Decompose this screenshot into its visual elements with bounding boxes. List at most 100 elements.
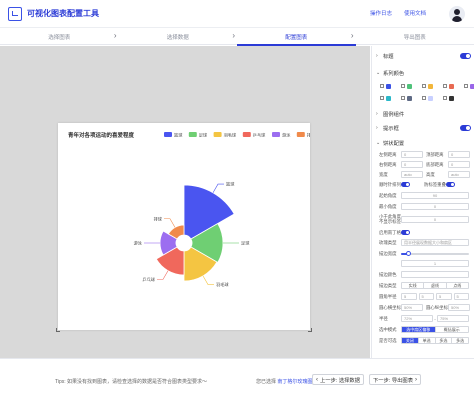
stroke-type-segment: 实线 虚线 点线 (401, 282, 469, 289)
title-toggle[interactable] (460, 53, 471, 59)
swatch-color (386, 95, 391, 101)
selected-type-multi[interactable]: 多选 (436, 338, 453, 343)
selected-mode-summary[interactable]: 概括展示 (436, 327, 469, 332)
swatch-item[interactable] (443, 83, 454, 89)
chart-workspace: 青年对各项运动的喜爱程度 篮球足球羽毛球乒乓球游泳排球 篮球足球羽毛球乒乓球游泳… (0, 46, 370, 358)
rose-type-toggle[interactable] (401, 230, 410, 235)
margin-row-1: 左侧距离 0 顶部距离 0 (379, 150, 471, 159)
checkbox[interactable] (422, 84, 426, 88)
width-input[interactable]: auto (401, 171, 423, 178)
radius-input[interactable]: 5 (418, 293, 434, 300)
stroke-width-slider[interactable] (401, 250, 469, 256)
stroke-type-dashed[interactable]: 虚线 (424, 283, 447, 288)
checkbox[interactable] (443, 96, 447, 100)
legend-label: 游泳 (282, 132, 291, 139)
checkbox[interactable] (380, 96, 384, 100)
min-angle-row: 最小角度 0 (379, 202, 471, 211)
selected-type-multi-2[interactable]: 多选 (452, 338, 468, 343)
left-margin-input[interactable]: 0 (401, 151, 423, 158)
slice-label: 篮球 (226, 181, 235, 187)
resize-handle-br[interactable] (308, 328, 312, 332)
chart-card[interactable]: 青年对各项运动的喜爱程度 篮球足球羽毛球乒乓球游泳排球 篮球足球羽毛球乒乓球游泳… (56, 123, 316, 332)
chevron-down-icon: ⌄ (376, 140, 381, 146)
swatch-item[interactable] (422, 95, 433, 101)
arrow-right-icon: › (415, 376, 418, 383)
swatch-item[interactable] (380, 95, 391, 101)
swatch-item[interactable] (401, 83, 412, 89)
bottom-margin-input[interactable]: 0 (448, 161, 470, 168)
swatch-row (380, 93, 472, 103)
swatch-item[interactable] (443, 95, 454, 101)
radius-outer-input[interactable]: 75% (437, 315, 469, 322)
tooltip-toggle[interactable] (460, 125, 471, 131)
swatch-item[interactable] (380, 83, 391, 89)
selected-mode-offset[interactable]: 选中扇区偏移 (402, 327, 436, 332)
selected-chart-link[interactable]: 南丁格尔玫瑰图 (277, 379, 312, 385)
selected-type-off[interactable]: 关闭 (402, 338, 419, 343)
operation-log-link[interactable]: 操作日志 (370, 9, 392, 17)
prev-step-button[interactable]: ‹ 上一步: 选择数据 (312, 374, 364, 385)
start-angle-input[interactable]: 90 (401, 192, 469, 199)
legend-swatch[interactable] (242, 132, 251, 137)
legend-swatch[interactable] (296, 132, 305, 137)
legend-swatch[interactable] (164, 132, 172, 137)
rose-type-select[interactable]: 用半径展现数据大小和扇区 (401, 239, 469, 246)
checkbox[interactable] (443, 84, 447, 88)
selected-type-single[interactable]: 单选 (419, 338, 436, 343)
stroke-width-input[interactable]: 1 (401, 260, 469, 267)
slice-label: 足球 (241, 240, 250, 247)
stroke-type-row: 描边类型 实线 虚线 点线 (379, 281, 471, 290)
radius-input[interactable]: 5 (436, 293, 452, 300)
label-overlap-toggle[interactable] (446, 182, 455, 187)
swatch-color (470, 83, 474, 89)
section-tooltip[interactable]: › 提示框 (376, 124, 471, 132)
swatch-item[interactable] (422, 83, 433, 89)
checkbox[interactable] (464, 84, 468, 88)
right-margin-input[interactable]: 0 (401, 161, 423, 168)
checkbox[interactable] (380, 84, 384, 88)
center-y-input[interactable]: 50% (448, 304, 470, 311)
radius-input[interactable]: 5 (401, 293, 417, 300)
radius-inner-input[interactable]: 72% (401, 315, 433, 322)
selected-chart-info: 您已选择 南丁格尔玫瑰图 (256, 378, 312, 385)
legend-swatch[interactable] (188, 132, 197, 137)
stroke-color-picker[interactable] (401, 271, 469, 278)
section-series-colors[interactable]: ⌄ 系列颜色 (376, 69, 471, 77)
step-export-chart[interactable]: 导出图表 (356, 28, 474, 45)
resize-handle-bl[interactable] (56, 328, 60, 332)
step-select-data[interactable]: 选择数据 › (119, 28, 238, 45)
prev-step-label: 上一步: 选择数据 (319, 377, 361, 384)
docs-link[interactable]: 使用文档 (404, 9, 426, 17)
next-step-button[interactable]: 下一步: 导出图表 › (369, 374, 421, 385)
section-pie-config[interactable]: ⌄ 饼状配置 (376, 139, 471, 147)
slider-knob[interactable] (406, 250, 411, 256)
checkbox[interactable] (401, 84, 405, 88)
section-title[interactable]: › 标题 (376, 52, 471, 60)
min-sector-row: 小于此角度不显示标签 0 (379, 213, 471, 225)
field-label: 宽度 (379, 171, 388, 177)
top-margin-input[interactable]: 0 (448, 151, 470, 158)
user-avatar[interactable] (449, 6, 465, 22)
legend-swatch[interactable] (272, 132, 280, 137)
step-select-chart[interactable]: 选择图表 › (0, 28, 119, 45)
field-label: 启用南丁格尔 (379, 229, 406, 235)
radius-input[interactable]: 5 (453, 293, 469, 300)
swatch-color (428, 95, 433, 101)
checkbox[interactable] (401, 96, 405, 100)
swatch-item[interactable] (401, 95, 412, 101)
min-sector-input[interactable]: 0 (401, 215, 469, 223)
min-angle-input[interactable]: 0 (401, 203, 469, 210)
stroke-type-dotted[interactable]: 点线 (447, 283, 468, 288)
step-configure-chart[interactable]: 配置图表 › (237, 28, 356, 46)
checkbox[interactable] (422, 96, 426, 100)
footer-bar: Tips: 如果没有找到图表，请检查选择的数据是否符合图表类型要求～ 您已选择 … (0, 358, 474, 397)
chart-slices (155, 184, 235, 282)
section-label: 系列颜色 (383, 71, 405, 77)
height-input[interactable]: auto (448, 171, 470, 178)
center-x-input[interactable]: 50% (401, 304, 423, 311)
swatch-item[interactable] (464, 83, 474, 89)
stroke-type-solid[interactable]: 实线 (402, 283, 425, 288)
legend-swatch[interactable] (213, 132, 222, 137)
section-legend[interactable]: › 图例组件 (376, 110, 471, 118)
clockwise-toggle[interactable] (401, 182, 410, 187)
